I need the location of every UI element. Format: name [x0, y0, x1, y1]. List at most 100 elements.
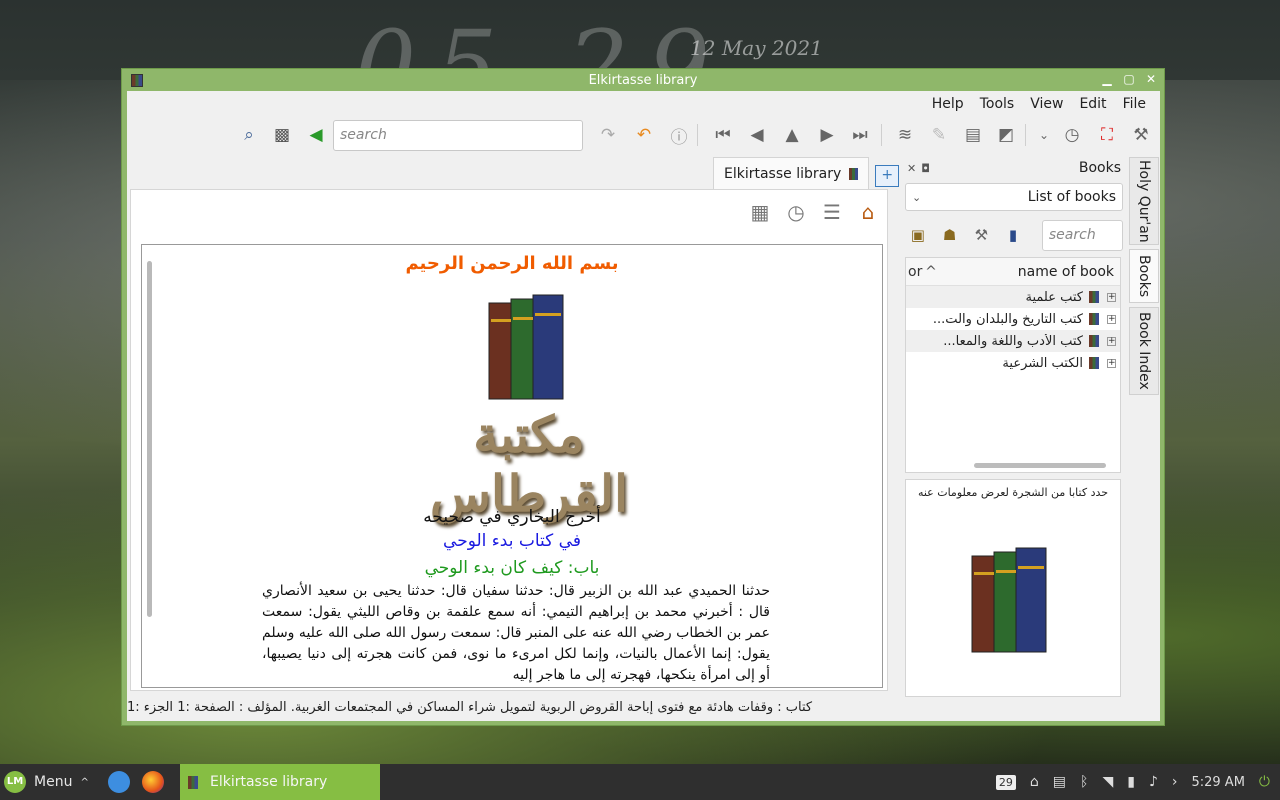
side-tabs: Holy Qur'an Books Book Index	[1129, 157, 1159, 697]
tree-item[interactable]: الكتب الشرعية +	[906, 352, 1120, 374]
new-tab-button[interactable]: +	[875, 165, 900, 187]
horizontal-scrollbar[interactable]	[974, 463, 1106, 468]
books-search-input[interactable]: search	[1041, 219, 1123, 251]
user-folder-icon[interactable]: ☗	[939, 226, 961, 244]
content-pane: ▦ ◷ ☰ ⌂ بسم الله الرحمن الرحيم مكتبة الق…	[130, 189, 888, 691]
books-illustration	[971, 547, 1047, 653]
column-header-name[interactable]: name of book	[942, 264, 1120, 280]
firefox-icon[interactable]	[142, 771, 164, 793]
menu-view[interactable]: View	[1022, 96, 1071, 112]
fullscreen-icon[interactable]: ⛶	[1095, 123, 1119, 147]
bookmark-add-icon[interactable]: ▤	[961, 123, 985, 147]
next-page-icon[interactable]: ▶	[815, 123, 839, 147]
source-line: أخرج البخاري في صحيحه	[423, 507, 601, 527]
tab-book-index[interactable]: Book Index	[1129, 307, 1159, 395]
redo-icon[interactable]: ↷	[596, 123, 620, 147]
task-elkirtasse[interactable]: Elkirtasse library	[180, 764, 380, 800]
panel-float-icon[interactable]: ◘	[921, 162, 930, 175]
edit-pen-icon[interactable]: ✎	[927, 123, 951, 147]
start-menu-button[interactable]: LM Menu ^	[0, 771, 96, 793]
menu-label: Menu	[34, 774, 73, 790]
info-icon[interactable]: ⓘ	[667, 123, 691, 148]
book-list-value: List of books	[1027, 189, 1116, 205]
expand-icon[interactable]: +	[1107, 336, 1116, 346]
app-launcher-icon[interactable]	[108, 771, 130, 793]
tree-item[interactable]: كتب الأدب واللغة والمعا... +	[906, 330, 1120, 352]
tools-icon[interactable]: ⚒	[970, 226, 992, 244]
menu-edit[interactable]: Edit	[1071, 96, 1114, 112]
book-icon	[1089, 313, 1099, 325]
wifi-icon[interactable]: ◥	[1102, 774, 1113, 790]
book-list-select[interactable]: ⌄ List of books	[905, 183, 1123, 211]
books-illustration	[488, 294, 564, 400]
expand-icon[interactable]: +	[1107, 314, 1116, 324]
book-blue-icon[interactable]: ▮	[1002, 226, 1024, 244]
books-panel: ✕ ◘ Books ⌄ List of books ▣ ☗ ⚒ ▮ search…	[903, 157, 1125, 697]
text-style-icon[interactable]: ≋	[893, 123, 917, 147]
tab-elkirtasse[interactable]: Elkirtasse library	[713, 157, 870, 189]
tree-item-label: الكتب الشرعية	[1002, 355, 1083, 371]
panel-close-icon[interactable]: ✕	[907, 162, 916, 175]
undo-icon[interactable]: ↶	[632, 123, 656, 147]
find-icon[interactable]: ⌕	[237, 123, 261, 147]
tree-item-label: كتب علمية	[1025, 289, 1083, 305]
menu-file[interactable]: File	[1115, 96, 1154, 112]
first-page-icon[interactable]: ⏮	[711, 123, 735, 147]
main-toolbar: ⌕ ▩ ◀ search ↷ ↶ ⓘ ⏮ ◀ ▲ ▶ ⏭ ≋ ✎ ▤ ◩ ⌄ ◷…	[127, 117, 1160, 153]
app-window: Elkirtasse library ▁ ▢ ✕ Help Tools View…	[121, 68, 1165, 726]
close-button[interactable]: ✕	[1144, 72, 1158, 86]
up-icon[interactable]: ▲	[780, 123, 804, 147]
book-icon	[849, 167, 859, 180]
tree-item-label: كتب الأدب واللغة والمعا...	[943, 333, 1083, 349]
recent-clock-icon[interactable]: ◷	[783, 200, 809, 224]
book-search-icon[interactable]: ▩	[270, 123, 294, 147]
tab-bar: Elkirtasse library +	[713, 157, 903, 189]
tab-holy-quran[interactable]: Holy Qur'an	[1129, 157, 1159, 245]
open-folder-icon[interactable]: ▣	[907, 226, 929, 244]
chevron-down-icon[interactable]: ⌄	[1032, 123, 1056, 147]
calendar-icon[interactable]: 29	[995, 774, 1016, 790]
book-marker-icon[interactable]: ◩	[994, 123, 1018, 147]
bluetooth-icon[interactable]: ᛒ	[1080, 774, 1088, 790]
view-tools: ▦ ◷ ☰ ⌂	[747, 200, 881, 224]
battery-icon[interactable]: ▮	[1127, 774, 1135, 790]
search-input[interactable]: search	[333, 120, 583, 151]
volume-icon[interactable]: ♪	[1149, 774, 1158, 790]
last-page-icon[interactable]: ⏭	[848, 123, 872, 147]
reader-view[interactable]: بسم الله الرحمن الرحيم مكتبة القرطاس أخر…	[141, 244, 883, 688]
history-clock-icon[interactable]: ◷	[1060, 123, 1084, 147]
tab-label: Elkirtasse library	[724, 165, 842, 182]
task-label: Elkirtasse library	[210, 774, 328, 790]
back-arrow-icon[interactable]: ◀	[304, 123, 328, 147]
expand-icon[interactable]: +	[1107, 358, 1116, 368]
menu-help[interactable]: Help	[924, 96, 972, 112]
list-view-icon[interactable]: ☰	[819, 200, 845, 224]
home-folder-icon[interactable]: ⌂	[1030, 774, 1039, 790]
chevron-right-icon[interactable]: ›	[1172, 774, 1178, 790]
toolbar-separator	[1025, 124, 1026, 146]
desktop-date-day: 12	[690, 36, 716, 60]
tree-item[interactable]: كتب علمية +	[906, 286, 1120, 308]
previous-page-icon[interactable]: ◀	[745, 123, 769, 147]
notes-icon[interactable]: ▤	[1053, 774, 1066, 790]
tab-books[interactable]: Books	[1129, 249, 1159, 303]
chevron-up-icon: ^	[80, 776, 89, 788]
sort-ascending-icon[interactable]: ^	[920, 264, 942, 280]
menu-tools[interactable]: Tools	[972, 96, 1023, 112]
grid-view-icon[interactable]: ▦	[747, 200, 773, 224]
minimize-button[interactable]: ▁	[1100, 72, 1114, 86]
settings-tools-icon[interactable]: ⚒	[1129, 123, 1153, 147]
title-bar[interactable]: Elkirtasse library ▁ ▢ ✕	[122, 69, 1164, 91]
desktop-date-text: May 2021	[721, 36, 823, 60]
book-line: في كتاب بدء الوحي	[443, 531, 581, 551]
tree-item[interactable]: كتب التاريخ والبلدان والت... +	[906, 308, 1120, 330]
power-icon[interactable]: ⏻	[1259, 774, 1270, 790]
tree-rows: كتب علمية + كتب التاريخ والبلدان والت...…	[906, 286, 1120, 374]
expand-icon[interactable]: +	[1107, 292, 1116, 302]
clock-time[interactable]: 5:29 AM	[1191, 775, 1244, 790]
column-header-or[interactable]: or	[906, 264, 922, 280]
book-info-box: حدد كتابا من الشجرة لعرض معلومات عنه	[905, 479, 1121, 697]
home-icon[interactable]: ⌂	[855, 200, 881, 224]
maximize-button[interactable]: ▢	[1122, 72, 1136, 86]
window-body: Help Tools View Edit File ⌕ ▩ ◀ search ↷…	[127, 91, 1160, 721]
